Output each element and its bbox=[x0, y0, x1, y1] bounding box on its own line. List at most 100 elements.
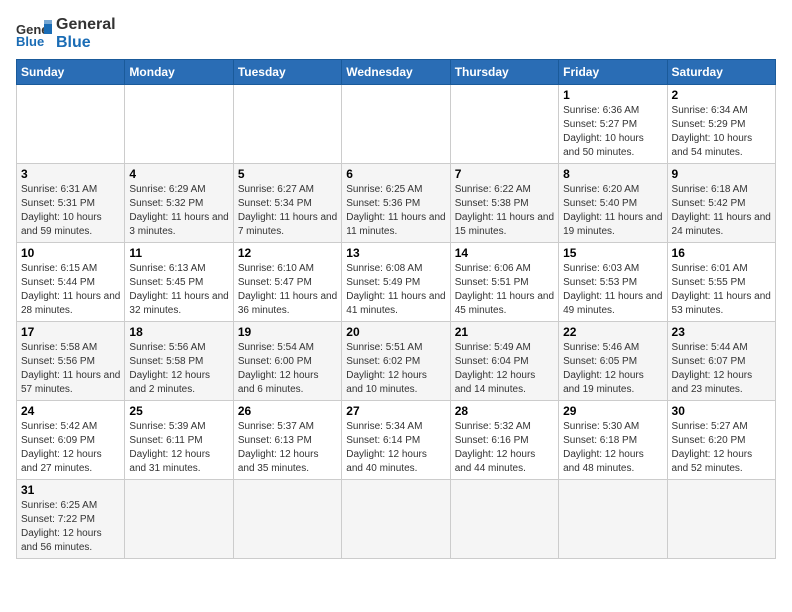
day-info: Sunrise: 6:31 AM Sunset: 5:31 PM Dayligh… bbox=[21, 183, 120, 239]
svg-text:Blue: Blue bbox=[16, 34, 44, 48]
day-info: Sunrise: 5:37 AM Sunset: 6:13 PM Dayligh… bbox=[238, 420, 337, 476]
day-info: Sunrise: 6:06 AM Sunset: 5:51 PM Dayligh… bbox=[455, 262, 554, 318]
calendar-cell: 31Sunrise: 6:25 AM Sunset: 7:22 PM Dayli… bbox=[17, 480, 125, 559]
calendar-cell: 6 Sunrise: 6:25 AM Sunset: 5:36 PM Daylig… bbox=[342, 164, 450, 243]
day-number: 14 bbox=[455, 246, 554, 260]
calendar-cell bbox=[342, 85, 450, 164]
calendar-cell bbox=[125, 480, 233, 559]
day-number: 13 bbox=[346, 246, 445, 260]
day-number: 1 bbox=[563, 88, 662, 102]
calendar-cell: 26 Sunrise: 5:37 AM Sunset: 6:13 PM Dayli… bbox=[233, 401, 341, 480]
day-number: 3 bbox=[21, 167, 120, 181]
calendar-week-row: 3 Sunrise: 6:31 AM Sunset: 5:31 PM Daylig… bbox=[17, 164, 776, 243]
day-number: 30 bbox=[672, 404, 771, 418]
day-number: 7 bbox=[455, 167, 554, 181]
calendar-cell: 29Sunrise: 5:30 AM Sunset: 6:18 PM Dayli… bbox=[559, 401, 667, 480]
calendar-cell bbox=[342, 480, 450, 559]
calendar-table: SundayMondayTuesdayWednesdayThursdayFrid… bbox=[16, 59, 776, 559]
day-info: Sunrise: 6:22 AM Sunset: 5:38 PM Dayligh… bbox=[455, 183, 554, 239]
calendar-cell: 27 Sunrise: 5:34 AM Sunset: 6:14 PM Dayli… bbox=[342, 401, 450, 480]
calendar-cell bbox=[450, 480, 558, 559]
calendar-cell: 23Sunrise: 5:44 AM Sunset: 6:07 PM Dayli… bbox=[667, 322, 775, 401]
day-info: Sunrise: 5:58 AM Sunset: 5:56 PM Dayligh… bbox=[21, 341, 120, 397]
day-number: 17 bbox=[21, 325, 120, 339]
day-number: 12 bbox=[238, 246, 337, 260]
day-number: 10 bbox=[21, 246, 120, 260]
day-info: Sunrise: 6:13 AM Sunset: 5:45 PM Dayligh… bbox=[129, 262, 228, 318]
day-info: Sunrise: 6:08 AM Sunset: 5:49 PM Dayligh… bbox=[346, 262, 445, 318]
day-number: 5 bbox=[238, 167, 337, 181]
calendar-week-row: 1 Sunrise: 6:36 AM Sunset: 5:27 PM Daylig… bbox=[17, 85, 776, 164]
logo-general: General bbox=[56, 16, 116, 34]
day-info: Sunrise: 5:27 AM Sunset: 6:20 PM Dayligh… bbox=[672, 420, 771, 476]
day-number: 4 bbox=[129, 167, 228, 181]
day-info: Sunrise: 6:25 AM Sunset: 5:36 PM Dayligh… bbox=[346, 183, 445, 239]
day-info: Sunrise: 5:34 AM Sunset: 6:14 PM Dayligh… bbox=[346, 420, 445, 476]
calendar-week-row: 10Sunrise: 6:15 AM Sunset: 5:44 PM Dayli… bbox=[17, 243, 776, 322]
calendar-cell bbox=[17, 85, 125, 164]
calendar-cell: 17 Sunrise: 5:58 AM Sunset: 5:56 PM Dayli… bbox=[17, 322, 125, 401]
day-info: Sunrise: 5:32 AM Sunset: 6:16 PM Dayligh… bbox=[455, 420, 554, 476]
day-info: Sunrise: 5:30 AM Sunset: 6:18 PM Dayligh… bbox=[563, 420, 662, 476]
day-number: 16 bbox=[672, 246, 771, 260]
day-number: 27 bbox=[346, 404, 445, 418]
calendar-cell: 2 Sunrise: 6:34 AM Sunset: 5:29 PM Daylig… bbox=[667, 85, 775, 164]
calendar-cell: 24 Sunrise: 5:42 AM Sunset: 6:09 PM Dayli… bbox=[17, 401, 125, 480]
day-info: Sunrise: 5:49 AM Sunset: 6:04 PM Dayligh… bbox=[455, 341, 554, 397]
calendar-cell bbox=[450, 85, 558, 164]
calendar-cell: 3 Sunrise: 6:31 AM Sunset: 5:31 PM Daylig… bbox=[17, 164, 125, 243]
day-number: 6 bbox=[346, 167, 445, 181]
day-info: Sunrise: 6:01 AM Sunset: 5:55 PM Dayligh… bbox=[672, 262, 771, 318]
calendar-week-row: 24 Sunrise: 5:42 AM Sunset: 6:09 PM Dayli… bbox=[17, 401, 776, 480]
day-info: Sunrise: 6:34 AM Sunset: 5:29 PM Dayligh… bbox=[672, 104, 771, 160]
day-info: Sunrise: 6:36 AM Sunset: 5:27 PM Dayligh… bbox=[563, 104, 662, 160]
calendar-cell bbox=[125, 85, 233, 164]
day-number: 8 bbox=[563, 167, 662, 181]
day-info: Sunrise: 6:20 AM Sunset: 5:40 PM Dayligh… bbox=[563, 183, 662, 239]
calendar-cell: 1 Sunrise: 6:36 AM Sunset: 5:27 PM Daylig… bbox=[559, 85, 667, 164]
weekday-header-tuesday: Tuesday bbox=[233, 60, 341, 85]
day-info: Sunrise: 6:18 AM Sunset: 5:42 PM Dayligh… bbox=[672, 183, 771, 239]
day-info: Sunrise: 6:03 AM Sunset: 5:53 PM Dayligh… bbox=[563, 262, 662, 318]
calendar-week-row: 17 Sunrise: 5:58 AM Sunset: 5:56 PM Dayli… bbox=[17, 322, 776, 401]
calendar-cell: 19Sunrise: 5:54 AM Sunset: 6:00 PM Dayli… bbox=[233, 322, 341, 401]
weekday-header-monday: Monday bbox=[125, 60, 233, 85]
day-number: 2 bbox=[672, 88, 771, 102]
day-info: Sunrise: 5:46 AM Sunset: 6:05 PM Dayligh… bbox=[563, 341, 662, 397]
calendar-cell: 10Sunrise: 6:15 AM Sunset: 5:44 PM Dayli… bbox=[17, 243, 125, 322]
calendar-cell: 13 Sunrise: 6:08 AM Sunset: 5:49 PM Dayli… bbox=[342, 243, 450, 322]
day-info: Sunrise: 6:29 AM Sunset: 5:32 PM Dayligh… bbox=[129, 183, 228, 239]
day-number: 23 bbox=[672, 325, 771, 339]
calendar-cell: 8 Sunrise: 6:20 AM Sunset: 5:40 PM Daylig… bbox=[559, 164, 667, 243]
calendar-cell: 20 Sunrise: 5:51 AM Sunset: 6:02 PM Dayli… bbox=[342, 322, 450, 401]
weekday-header-friday: Friday bbox=[559, 60, 667, 85]
day-info: Sunrise: 5:42 AM Sunset: 6:09 PM Dayligh… bbox=[21, 420, 120, 476]
day-number: 21 bbox=[455, 325, 554, 339]
day-number: 18 bbox=[129, 325, 228, 339]
calendar-cell: 16 Sunrise: 6:01 AM Sunset: 5:55 PM Dayli… bbox=[667, 243, 775, 322]
day-info: Sunrise: 5:39 AM Sunset: 6:11 PM Dayligh… bbox=[129, 420, 228, 476]
calendar-cell: 22 Sunrise: 5:46 AM Sunset: 6:05 PM Dayli… bbox=[559, 322, 667, 401]
logo: General Blue General Blue bbox=[16, 16, 116, 51]
day-number: 26 bbox=[238, 404, 337, 418]
calendar-cell: 4 Sunrise: 6:29 AM Sunset: 5:32 PM Daylig… bbox=[125, 164, 233, 243]
calendar-cell: 5Sunrise: 6:27 AM Sunset: 5:34 PM Daylig… bbox=[233, 164, 341, 243]
day-number: 9 bbox=[672, 167, 771, 181]
logo-blue: Blue bbox=[56, 34, 116, 52]
day-info: Sunrise: 5:56 AM Sunset: 5:58 PM Dayligh… bbox=[129, 341, 228, 397]
calendar-cell: 14 Sunrise: 6:06 AM Sunset: 5:51 PM Dayli… bbox=[450, 243, 558, 322]
day-number: 22 bbox=[563, 325, 662, 339]
day-number: 24 bbox=[21, 404, 120, 418]
calendar-cell bbox=[667, 480, 775, 559]
calendar-cell: 7 Sunrise: 6:22 AM Sunset: 5:38 PM Daylig… bbox=[450, 164, 558, 243]
calendar-cell: 25 Sunrise: 5:39 AM Sunset: 6:11 PM Dayli… bbox=[125, 401, 233, 480]
calendar-cell bbox=[233, 85, 341, 164]
calendar-cell bbox=[233, 480, 341, 559]
calendar-cell: 12Sunrise: 6:10 AM Sunset: 5:47 PM Dayli… bbox=[233, 243, 341, 322]
day-info: Sunrise: 5:51 AM Sunset: 6:02 PM Dayligh… bbox=[346, 341, 445, 397]
day-info: Sunrise: 6:25 AM Sunset: 7:22 PM Dayligh… bbox=[21, 499, 120, 555]
weekday-header-saturday: Saturday bbox=[667, 60, 775, 85]
calendar-cell bbox=[559, 480, 667, 559]
day-number: 20 bbox=[346, 325, 445, 339]
day-number: 25 bbox=[129, 404, 228, 418]
